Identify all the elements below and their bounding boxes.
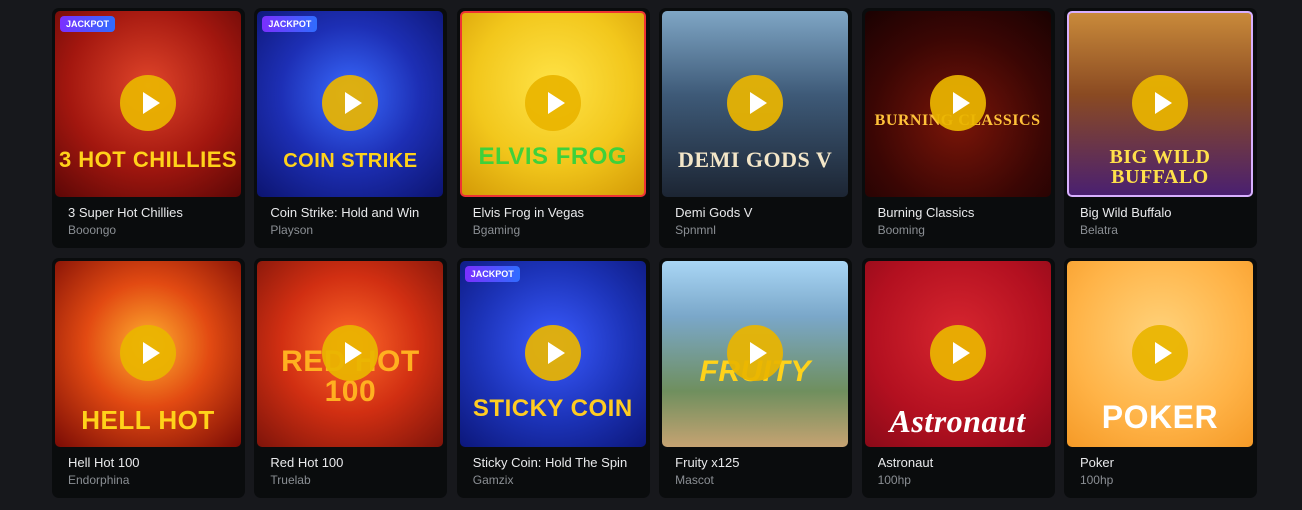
game-card-demi-gods-v[interactable]: DEMI GODS V Demi Gods V Spnmnl [659,8,853,248]
game-logo-art: DEMI GODS V [678,147,833,172]
game-title: 3 Super Hot Chillies [68,205,183,220]
game-provider: Belatra [1079,223,1118,237]
game-logo-art: BIG WILD BUFFALO [1109,146,1211,188]
game-thumbnail[interactable]: FRUITY [662,261,849,447]
game-provider: Gamzix [472,473,514,487]
game-provider: Truelab [270,473,311,487]
game-title: Burning Classics [877,205,975,220]
play-icon[interactable] [727,325,784,381]
game-logo-art: POKER [1101,399,1219,435]
game-card-poker[interactable]: POKER Poker 100hp [1063,258,1257,498]
game-title: Astronaut [877,455,934,470]
game-logo-art: 3 HOT CHILLIES [58,147,238,172]
game-card-3-super-hot-chillies[interactable]: JACKPOT 3 HOT CHILLIES 3 Super Hot Chill… [52,8,245,248]
game-card-elvis-frog-in-vegas[interactable]: ELVIS FROG Elvis Frog in Vegas Bgaming [456,8,650,248]
game-title: Elvis Frog in Vegas [472,205,585,220]
game-provider: Endorphina [68,473,130,487]
play-icon[interactable] [727,75,784,131]
game-thumbnail[interactable]: ELVIS FROG [459,11,646,197]
game-provider: Booongo [68,223,117,237]
jackpot-badge: JACKPOT [262,16,318,32]
game-thumbnail[interactable]: JACKPOT COIN STRIKE [257,11,444,197]
game-title: Big Wild Buffalo [1079,205,1172,220]
games-grid: JACKPOT 3 HOT CHILLIES 3 Super Hot Chill… [52,8,1257,498]
game-title: Coin Strike: Hold and Win [270,205,420,220]
play-icon[interactable] [524,75,581,131]
game-logo-art: HELL HOT [81,405,215,435]
game-thumbnail[interactable]: BURNING CLASSICS [864,11,1051,197]
play-icon[interactable] [120,325,176,381]
game-card-coin-strike[interactable]: JACKPOT COIN STRIKE Coin Strike: Hold an… [254,8,448,248]
game-logo-art: Astronaut [889,403,1026,439]
game-thumbnail[interactable]: Astronaut [864,261,1051,447]
jackpot-badge: JACKPOT [464,266,520,282]
game-logo-art: ELVIS FROG [478,143,628,170]
play-icon[interactable] [322,75,379,131]
play-icon[interactable] [929,325,986,381]
play-icon[interactable] [120,75,176,131]
game-logo-art: STICKY COIN [472,395,633,422]
game-card-burning-classics[interactable]: BURNING CLASSICS Burning Classics Boomin… [861,8,1055,248]
game-card-fruity-x125[interactable]: FRUITY Fruity x125 Mascot [659,258,853,498]
game-thumbnail[interactable]: JACKPOT 3 HOT CHILLIES [55,11,241,197]
game-provider: Playson [270,223,314,237]
game-title: Red Hot 100 [270,455,344,470]
play-icon[interactable] [524,325,581,381]
game-logo-art: COIN STRIKE [283,150,418,172]
game-provider: Spnmnl [675,223,716,237]
play-icon[interactable] [322,325,379,381]
play-icon[interactable] [1131,75,1188,131]
game-provider: Bgaming [472,223,521,237]
game-provider: 100hp [1079,473,1114,487]
game-title: Fruity x125 [675,455,740,470]
game-title: Demi Gods V [675,205,753,220]
game-provider: Mascot [675,473,714,487]
game-title: Sticky Coin: Hold The Spin [472,455,628,470]
game-card-astronaut[interactable]: Astronaut Astronaut 100hp [861,258,1055,498]
game-provider: 100hp [877,473,911,487]
game-thumbnail[interactable]: DEMI GODS V [662,11,849,197]
game-thumbnail[interactable]: POKER [1066,261,1253,447]
jackpot-badge: JACKPOT [60,16,116,32]
game-card-big-wild-buffalo[interactable]: BIG WILD BUFFALO Big Wild Buffalo Belatr… [1063,8,1257,248]
game-title: Poker [1079,455,1114,470]
game-title: Hell Hot 100 [68,455,140,470]
play-icon[interactable] [929,75,986,131]
game-card-sticky-coin[interactable]: JACKPOT STICKY COIN Sticky Coin: Hold Th… [456,258,650,498]
game-card-hell-hot-100[interactable]: HELL HOT Hell Hot 100 Endorphina [52,258,245,498]
game-card-red-hot-100[interactable]: RED HOT 100 Red Hot 100 Truelab [254,258,448,498]
play-icon[interactable] [1131,325,1188,381]
game-provider: Booming [877,223,925,237]
game-thumbnail[interactable]: RED HOT 100 [257,261,444,447]
game-thumbnail[interactable]: JACKPOT STICKY COIN [459,261,646,447]
game-thumbnail[interactable]: HELL HOT [55,261,241,447]
game-thumbnail[interactable]: BIG WILD BUFFALO [1066,11,1253,197]
